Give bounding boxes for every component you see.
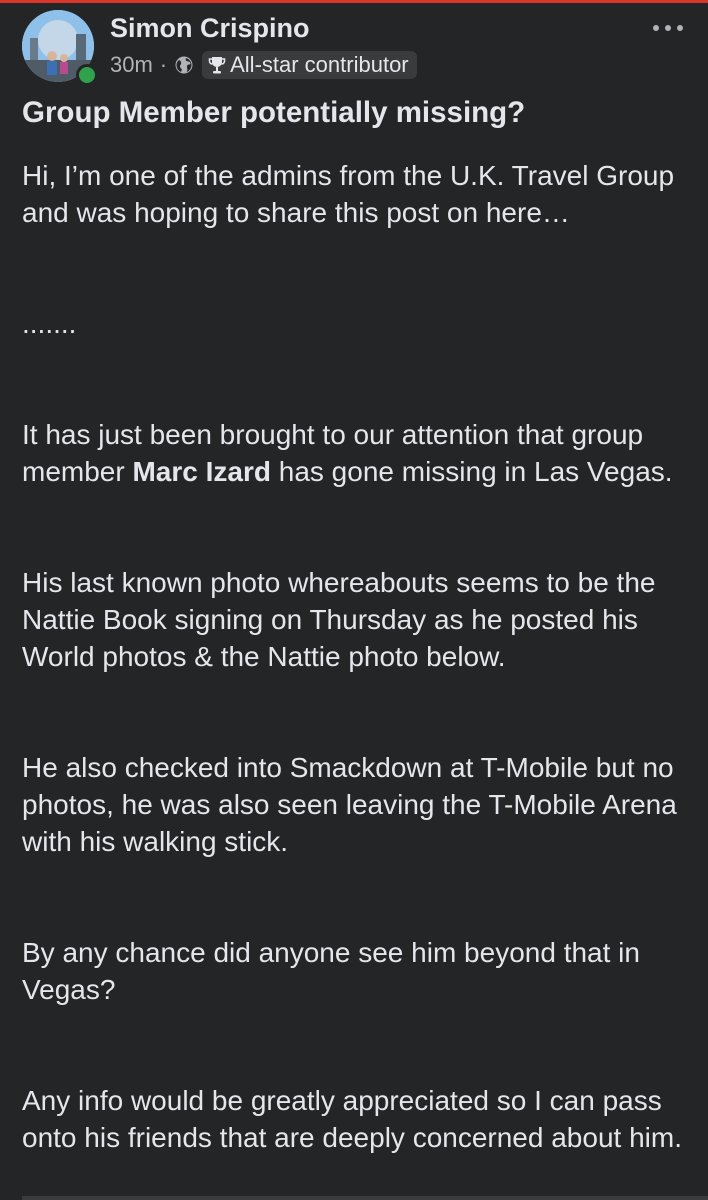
author-name[interactable]: Simon Crispino <box>110 13 310 44</box>
missing-text-end: has gone missing in Las Vegas. <box>270 456 673 487</box>
top-accent-bar <box>0 0 708 3</box>
trophy-icon <box>208 57 226 74</box>
post-timestamp[interactable]: 30m <box>110 52 153 78</box>
paragraph-intro: Hi, I’m one of the admins from the U.K. … <box>22 160 675 228</box>
paragraph-dots: ....... <box>22 308 77 339</box>
missing-person-name[interactable]: Marc Izard <box>132 456 271 487</box>
post-header: Simon Crispino 30m · All-star contributo… <box>22 10 686 86</box>
paragraph-missing: It has just been brought to our attentio… <box>22 416 692 490</box>
post-title: Group Member potentially missing? <box>22 96 526 129</box>
post-meta: 30m · All-star contributor <box>110 51 417 79</box>
avatar[interactable] <box>22 10 98 86</box>
paragraph-smackdown: He also checked into Smackdown at T-Mobi… <box>22 752 677 857</box>
post-body: Hi, I’m one of the admins from the U.K. … <box>22 157 692 1156</box>
more-options-icon[interactable] <box>650 18 686 38</box>
paragraph-question: By any chance did anyone see him beyond … <box>22 937 640 1005</box>
bottom-divider <box>22 1196 708 1200</box>
badge-label: All-star contributor <box>230 52 409 77</box>
globe-icon[interactable] <box>174 55 194 75</box>
contributor-badge[interactable]: All-star contributor <box>202 51 417 79</box>
meta-separator: · <box>159 52 168 77</box>
paragraph-appeal: Any info would be greatly appreciated so… <box>22 1085 682 1153</box>
paragraph-last-photo: His last known photo whereabouts seems t… <box>22 567 656 672</box>
online-status-indicator <box>76 64 98 86</box>
